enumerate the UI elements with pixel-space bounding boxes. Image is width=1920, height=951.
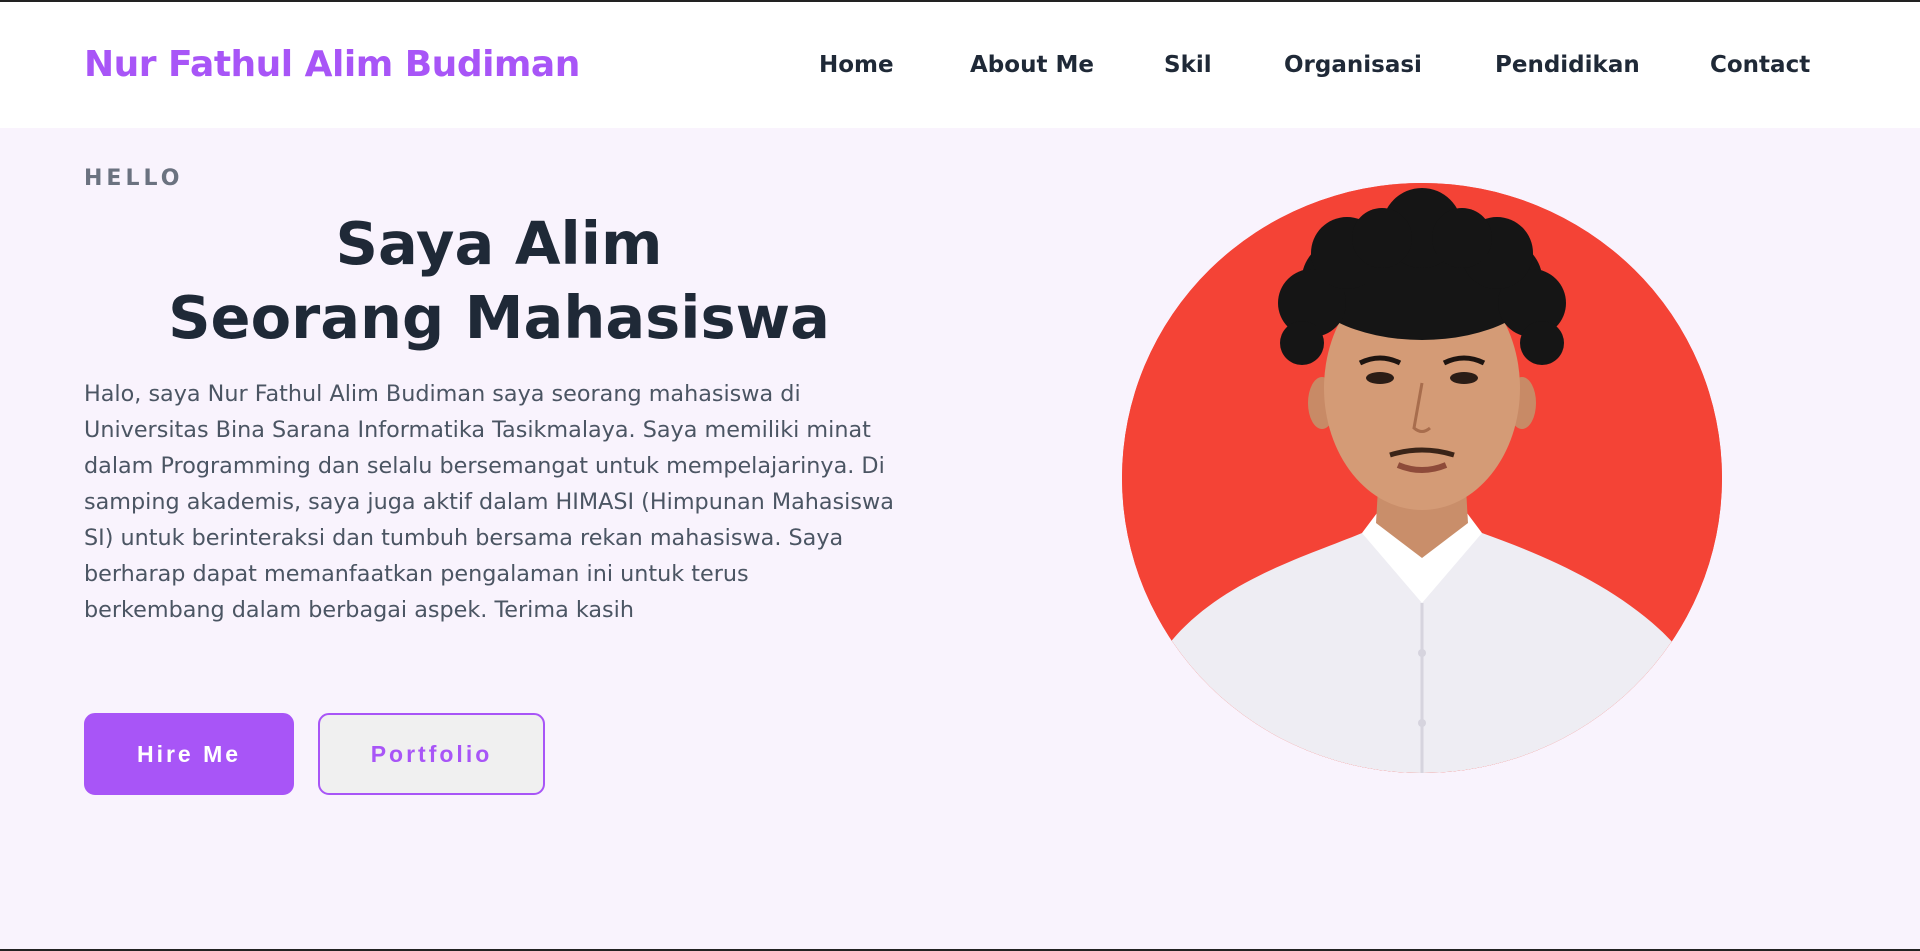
brand-logo[interactable]: Nur Fathul Alim Budiman bbox=[84, 44, 580, 85]
hero-title-line2: Seorang Mahasiswa bbox=[168, 283, 830, 352]
hero-greeting: HELLO bbox=[84, 166, 184, 191]
nav-about-me[interactable]: About Me bbox=[970, 52, 1094, 78]
hero-intro-text: Halo, saya Nur Fathul Alim Budiman saya … bbox=[84, 381, 894, 623]
hero-title-name: Alim bbox=[514, 209, 663, 278]
profile-photo bbox=[1122, 183, 1722, 773]
nav-home[interactable]: Home bbox=[819, 52, 894, 78]
navbar: Nur Fathul Alim Budiman Home About Me Sk… bbox=[0, 2, 1920, 128]
profile-portrait-illustration bbox=[1122, 183, 1722, 773]
hero-title-prefix: Saya bbox=[335, 209, 515, 278]
portfolio-button[interactable]: Portfolio bbox=[318, 713, 545, 795]
hero-title: Saya Alim Seorang Mahasiswa bbox=[84, 207, 914, 355]
hire-me-button[interactable]: Hire Me bbox=[84, 713, 294, 795]
nav-skil[interactable]: Skil bbox=[1164, 52, 1212, 78]
nav-organisasi[interactable]: Organisasi bbox=[1284, 52, 1422, 78]
nav-pendidikan[interactable]: Pendidikan bbox=[1495, 52, 1640, 78]
nav-contact[interactable]: Contact bbox=[1710, 52, 1810, 78]
